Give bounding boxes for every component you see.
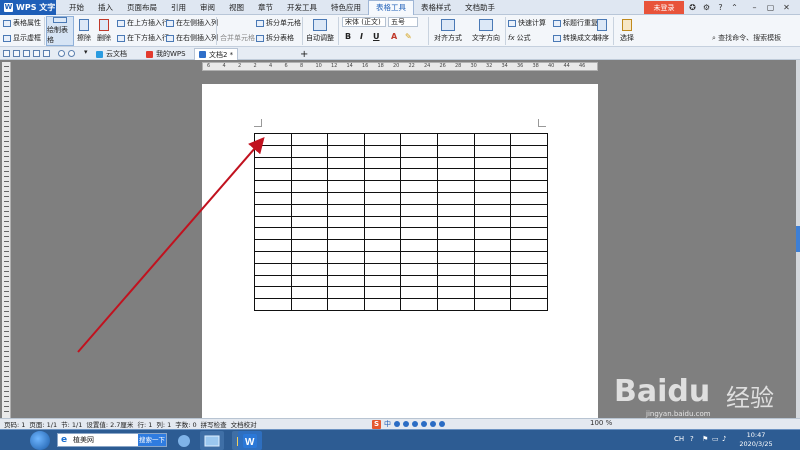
taskbar-search[interactable]: e 搜索一下: [57, 433, 167, 447]
taskbar-app-media[interactable]: [200, 431, 224, 450]
spellcheck-toggle[interactable]: 拼写检查: [201, 419, 227, 429]
toolbox-icon[interactable]: [439, 421, 445, 427]
status-section: 节: 1/1: [61, 421, 83, 429]
windows-taskbar: e 搜索一下: [0, 429, 800, 450]
tray-monitor-icon[interactable]: ▭: [712, 435, 719, 443]
start-button[interactable]: [30, 431, 50, 450]
taskbar-app-tools[interactable]: [172, 431, 196, 450]
skin-icon-ime[interactable]: [430, 421, 436, 427]
ie-icon: e: [61, 434, 68, 445]
watermark-url: jingyan.baidu.com: [646, 410, 711, 418]
status-words: 字数: 0: [175, 421, 197, 429]
lang-indicator[interactable]: CH: [674, 435, 684, 443]
status-row: 行: 1: [137, 421, 153, 429]
zoom-level[interactable]: 100 %: [590, 419, 612, 427]
taskbar-search-button[interactable]: 搜索一下: [138, 434, 166, 446]
ime-mode[interactable]: 中: [384, 419, 391, 429]
keyboard-icon[interactable]: [421, 421, 427, 427]
sogou-logo-icon: S: [372, 419, 381, 429]
tray-volume-icon[interactable]: ♪: [722, 435, 726, 443]
status-pages: 页面: 1/1: [29, 421, 58, 429]
taskbar-search-input[interactable]: [73, 434, 133, 446]
emoji-icon[interactable]: [403, 421, 409, 427]
clock-date: 2020/3/25: [739, 440, 773, 448]
watermark-brand: Baidu: [614, 374, 711, 409]
ime-toolbar[interactable]: S 中: [372, 419, 445, 429]
taskbar-clock[interactable]: 10:47 2020/3/25: [731, 431, 781, 449]
tray-flag-icon[interactable]: ⚑: [702, 435, 708, 443]
doc-proof-button[interactable]: 文档校对: [231, 419, 257, 429]
tray-help-icon[interactable]: ?: [690, 435, 694, 443]
microphone-icon[interactable]: [412, 421, 418, 427]
baidu-watermark: Baidu 经验 jingyan.baidu.com: [614, 364, 794, 422]
watermark-cn: 经验: [726, 384, 774, 412]
taskbar-app-wps[interactable]: W: [238, 431, 262, 450]
status-col: 列: 1: [156, 421, 172, 429]
punctuation-icon[interactable]: [394, 421, 400, 427]
clock-time: 10:47: [746, 431, 766, 439]
status-page-num: 页码: 1: [4, 421, 26, 429]
svg-text:W: W: [245, 437, 255, 448]
status-setting: 设置值: 2.7厘米: [86, 421, 134, 429]
